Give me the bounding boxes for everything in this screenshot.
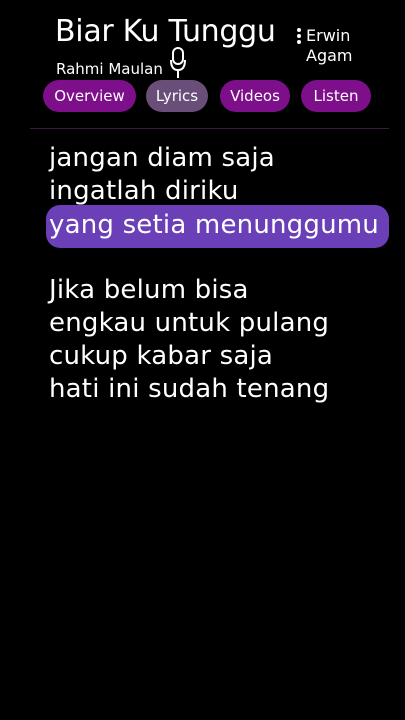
tab-overview[interactable]: Overview — [43, 80, 136, 112]
lyric-line: Jika belum bisa — [49, 275, 249, 305]
lyric-line: engkau untuk pulang — [49, 308, 330, 338]
more-options-icon[interactable] — [296, 27, 302, 45]
song-header: Biar Ku Tunggu Erwin Agam Rahmi Maulan O… — [0, 0, 405, 129]
tab-listen[interactable]: Listen — [301, 80, 371, 112]
active-lyric-line: yang setia menunggumu — [49, 210, 379, 240]
tab-bar: Overview Lyrics Videos Listen — [0, 80, 405, 114]
lyric-line: hati ini sudah tenang — [49, 374, 330, 404]
lyric-line: ingatlah diriku — [49, 176, 239, 206]
primary-artist[interactable]: Rahmi Maulan — [56, 60, 163, 78]
lyric-line: jangan diam saja — [49, 143, 275, 173]
song-title: Biar Ku Tunggu — [55, 14, 276, 49]
microphone-icon — [170, 47, 186, 78]
tab-videos[interactable]: Videos — [220, 80, 290, 112]
tab-lyrics[interactable]: Lyrics — [146, 80, 208, 112]
lyric-line: cukup kabar saja — [49, 341, 274, 371]
secondary-artist[interactable]: Erwin Agam — [306, 26, 376, 66]
header-divider — [30, 128, 389, 129]
lyrics-panel[interactable]: jangan diam saja ingatlah diriku yang se… — [0, 110, 405, 720]
